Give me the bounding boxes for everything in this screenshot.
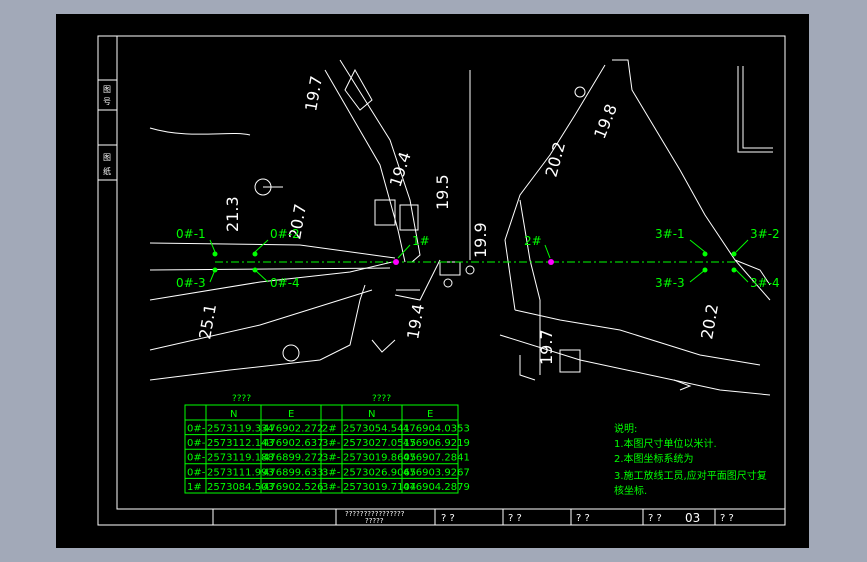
pile-0-1-marker[interactable] [212, 251, 218, 257]
table-cell-right-id: 2# [322, 424, 337, 435]
side-label-d: 纸 [103, 166, 111, 176]
side-label-a: 图 [103, 85, 111, 94]
pile-0-2-marker[interactable] [252, 251, 258, 257]
notes-line-3: 3.施工放线工员,应对平面图尺寸复 [614, 469, 767, 482]
pile-3-3-marker[interactable] [702, 267, 708, 273]
pile-1-marker[interactable] [393, 259, 399, 265]
notes-line-2: 2.本图坐标系统为 [614, 452, 694, 465]
pile-label-0-1: 0#-1 [176, 227, 206, 241]
dim-21-3: 21.3 [223, 196, 242, 232]
pile-label-3-2: 3#-2 [750, 227, 780, 241]
pile-label-1: 1# [412, 234, 430, 248]
pile-3-2-marker[interactable] [731, 251, 737, 257]
table-cell-left-id: 0#- [187, 453, 206, 464]
table-cell-left-e: 476899.633 [263, 467, 323, 478]
notes-line-4: 核坐标. [614, 484, 647, 497]
table-cell-right-id: 3#- [322, 467, 341, 478]
pile-label-3-3: 3#-3 [655, 276, 685, 290]
table-cell-right-e: 476907.2841 [403, 453, 470, 464]
table-right-title: ???? [372, 394, 391, 404]
table-cell-left-e: 476902.526 [263, 482, 323, 493]
pile-3-4-marker[interactable] [731, 267, 737, 273]
table-cell-left-id: 0#- [187, 467, 206, 478]
table-cell-left-e: 476902.637 [263, 438, 323, 449]
pile-label-0-4: 0#-4 [270, 276, 300, 290]
pile-label-3-1: 3#-1 [655, 227, 685, 241]
table-cell-right-id: 3#- [322, 453, 341, 464]
table-left-title: ???? [232, 394, 251, 404]
table-header-n-right: N [368, 409, 375, 420]
table-header-n-left: N [230, 409, 237, 420]
title-sheet-number: 03 [685, 511, 700, 525]
table-cell-right-e: 476906.9219 [403, 438, 470, 449]
table-cell-left-id: 0#- [187, 438, 206, 449]
pile-0-3-marker[interactable] [212, 267, 218, 273]
pile-label-0-3: 0#-3 [176, 276, 206, 290]
dim-19-5: 19.5 [433, 174, 452, 210]
title-cell-b: ? ? [508, 513, 522, 524]
pile-label-0-2: 0#-2 [270, 227, 300, 241]
table-cell-left-e: 476899.272 [263, 453, 323, 464]
cad-drawing: 图 号 图 纸 19.7 19.4 19.5 19.9 21.3 20.7 25… [0, 0, 867, 562]
table-cell-right-e: 476903.9267 [403, 467, 470, 478]
pile-2-marker[interactable] [548, 259, 554, 265]
table-cell-right-e: 476904.0353 [403, 424, 470, 435]
title-drawing-name-2: ????? [365, 517, 384, 525]
table-cell-left-id: 0#- [187, 424, 206, 435]
table-cell-right-id: 3#- [322, 482, 341, 493]
notes-line-1: 1.本图尺寸单位以米计. [614, 437, 717, 450]
table-cell-left-id: 1# [187, 482, 202, 493]
table-cell-left-e: 476902.272 [263, 424, 323, 435]
notes-title: 说明: [614, 422, 637, 435]
dim-19-9: 19.9 [471, 222, 490, 258]
title-cell-e: ? ? [720, 513, 734, 524]
table-cell-right-n: 2573054.541 [343, 424, 410, 435]
table-cell-right-e: 476904.2879 [403, 482, 470, 493]
title-cell-a: ? ? [441, 513, 455, 524]
title-cell-c: ? ? [576, 513, 590, 524]
pile-3-1-marker[interactable] [702, 251, 708, 257]
table-header-e-left: E [288, 409, 294, 420]
pile-0-4-marker[interactable] [252, 267, 258, 273]
dim-19-7-bottom: 19.7 [537, 329, 556, 365]
pile-label-3-4: 3#-4 [750, 276, 780, 290]
table-rows: 0#- 2573119.334476902.2720#- 2573112.14347… [187, 424, 470, 493]
side-label-b: 号 [103, 97, 111, 106]
title-cell-d: ? ? [648, 513, 662, 524]
table-header-e-right: E [427, 409, 433, 420]
table-cell-right-id: 3#- [322, 438, 341, 449]
side-label-c: 图 [103, 153, 111, 162]
pile-label-2: 2# [524, 234, 542, 248]
